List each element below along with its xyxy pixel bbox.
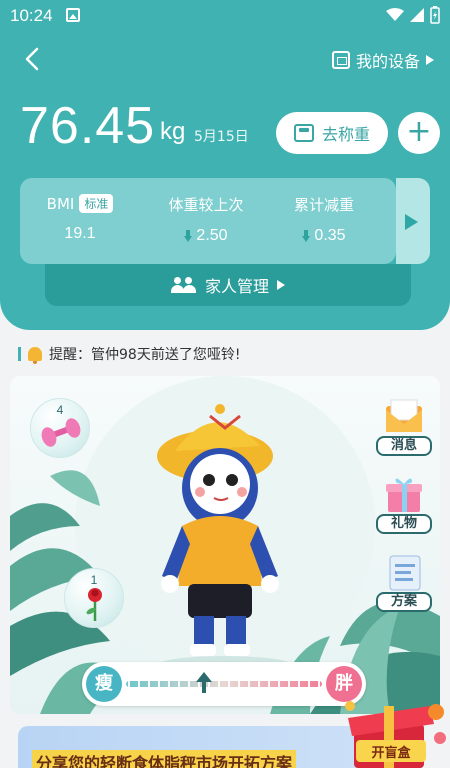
scale-icon (293, 124, 314, 142)
dumbbell-icon (41, 418, 81, 447)
weigh-button[interactable]: 去称重 (276, 112, 388, 154)
blind-box-label: 开盲盒 (371, 746, 411, 761)
scale-device-icon (331, 51, 350, 69)
reminder-accent (18, 347, 21, 361)
play-arrow-icon (426, 55, 434, 65)
stat-weight-change: 体重较上次 2.50 (146, 194, 266, 245)
back-arrow-icon[interactable] (18, 44, 48, 74)
stats-next-button[interactable] (396, 178, 430, 264)
gift-box-icon (386, 478, 422, 512)
document-icon (389, 555, 421, 591)
rose-gift-bubble[interactable]: 1 (64, 568, 124, 628)
slider-pointer-stem (202, 681, 207, 693)
plan-button[interactable]: 方案 (376, 552, 432, 612)
body-shape-slider[interactable]: 瘦 胖 (82, 662, 366, 706)
promo-banner-text: 分享您的轻断食体脂秤市场开拓方案 (32, 750, 297, 768)
gift-label: 礼物 (376, 514, 432, 534)
weight-change-value: 2.50 (196, 227, 228, 244)
status-icons (386, 6, 440, 24)
envelope-icon (386, 399, 422, 432)
down-arrow-icon (184, 230, 193, 242)
gallery-notification-icon (66, 8, 80, 22)
status-bar: 10:24 (0, 0, 450, 32)
total-loss-label: 累计减重 (293, 196, 354, 214)
stat-bmi: BMI 标准 19.1 (20, 194, 140, 243)
bmi-status-badge: 标准 (79, 194, 114, 213)
bmi-value: 19.1 (64, 225, 96, 242)
total-loss-value: 0.35 (314, 227, 346, 244)
wifi-icon (386, 8, 404, 21)
weigh-button-label: 去称重 (321, 125, 370, 144)
signal-icon (410, 8, 424, 22)
message-label: 消息 (376, 436, 432, 456)
bmi-label: BMI (46, 194, 75, 213)
down-arrow-icon (302, 230, 311, 242)
slider-ticks (128, 677, 320, 691)
family-management-button[interactable]: 家人管理 (45, 264, 411, 306)
weight-change-label: 体重较上次 (168, 196, 244, 214)
bell-icon (28, 347, 42, 364)
weight-value: 76.45 (20, 97, 156, 155)
stats-card: BMI 标准 19.1 体重较上次 2.50 累计减重 0.35 (20, 178, 396, 264)
add-button[interactable]: + (398, 112, 440, 154)
plan-label: 方案 (376, 592, 432, 612)
gift-button[interactable]: 礼物 (376, 474, 432, 534)
weight-date: 5月15日 (194, 129, 249, 145)
blind-box-button[interactable]: 开盲盒 (344, 692, 446, 768)
people-icon (170, 277, 197, 293)
rose-icon (86, 588, 102, 621)
current-weight: 76.45 kg 5月15日 (20, 96, 249, 156)
play-arrow-icon (277, 280, 285, 290)
message-button[interactable]: 消息 (376, 396, 432, 456)
family-management-label: 家人管理 (204, 277, 269, 296)
reminder-text: 提醒：管仲98天前送了您哑铃! (49, 347, 241, 363)
battery-icon (430, 6, 440, 24)
stat-total-loss: 累计减重 0.35 (264, 194, 384, 245)
my-device-button[interactable]: 我的设备 (331, 48, 434, 72)
reminder-bar: 提醒：管仲98天前送了您哑铃! (18, 344, 240, 364)
play-arrow-icon (405, 214, 418, 230)
status-time: 10:24 (10, 6, 53, 25)
slim-badge: 瘦 (86, 666, 122, 702)
dumbbell-gift-bubble[interactable]: 4 (30, 398, 90, 458)
my-device-label: 我的设备 (355, 52, 420, 71)
weight-unit: kg (160, 118, 186, 145)
